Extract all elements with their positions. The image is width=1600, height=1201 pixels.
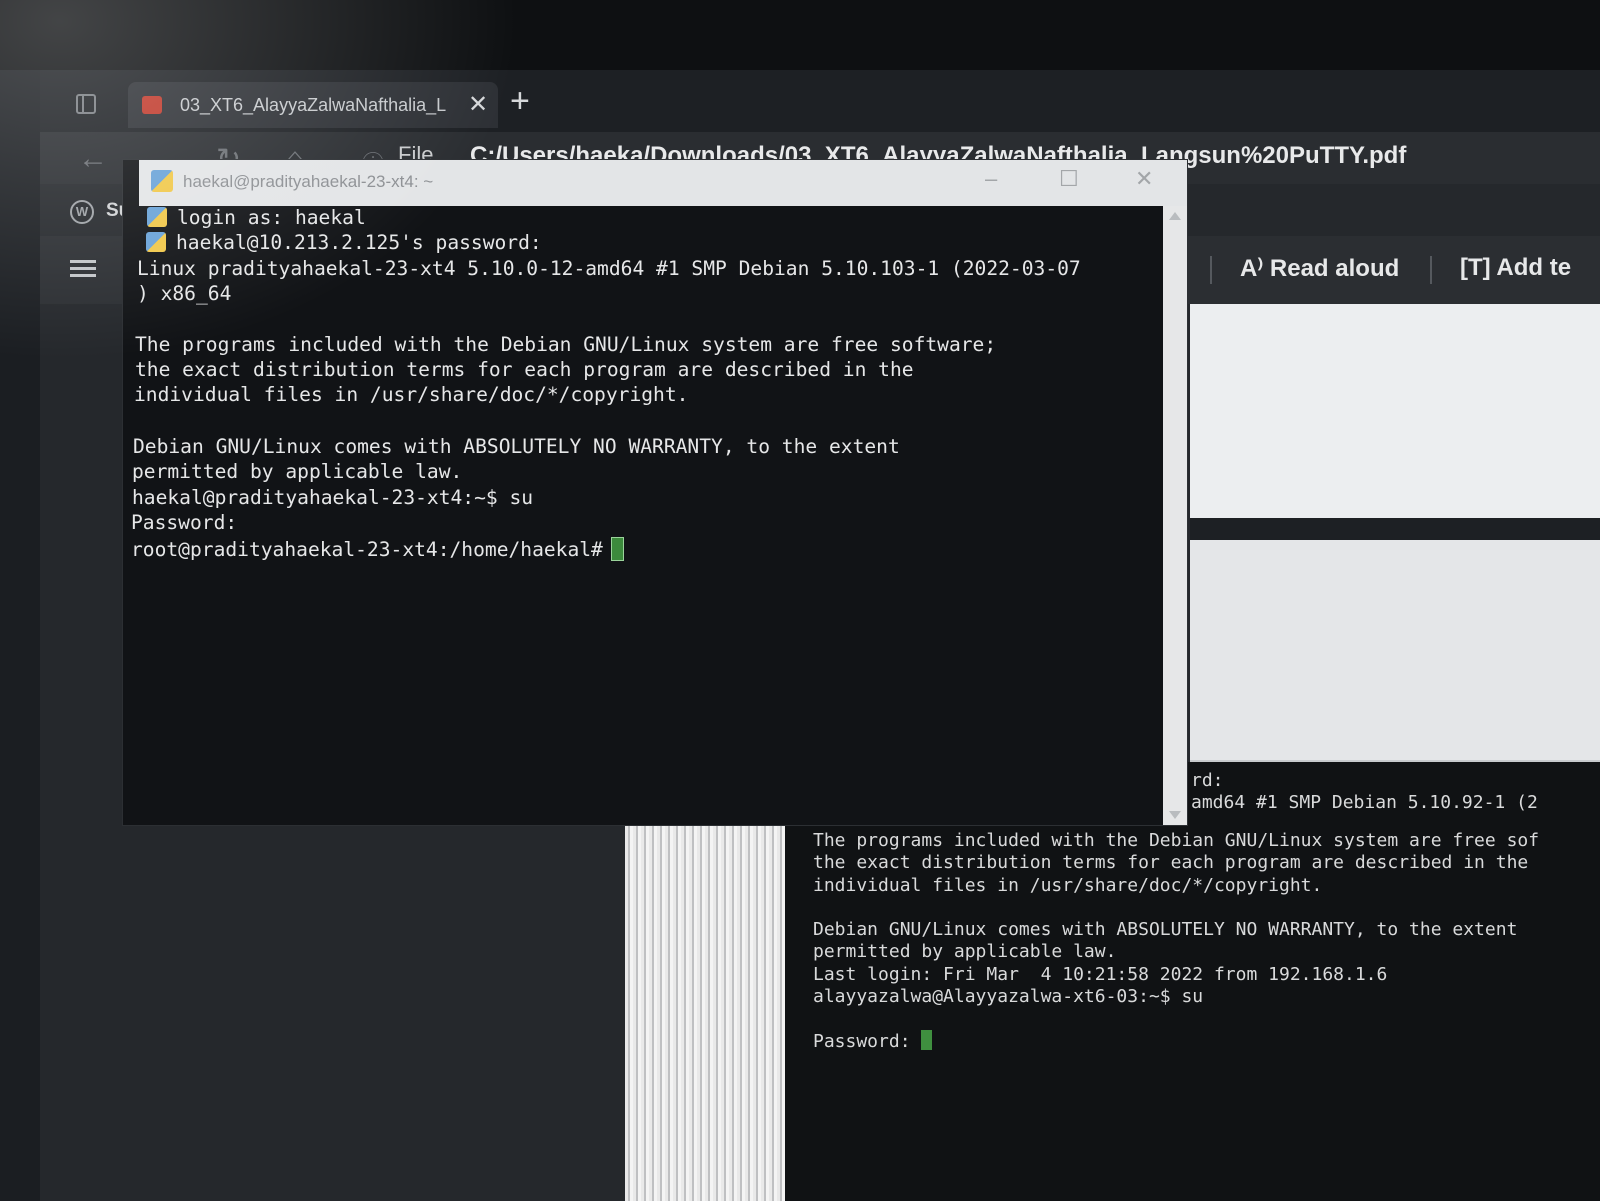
terminal-line: login as: haekal <box>147 206 366 230</box>
terminal-line: the exact distribution terms for each pr… <box>135 358 914 381</box>
sidebar-toggle-icon[interactable] <box>76 94 96 114</box>
close-tab-button[interactable]: ✕ <box>468 90 488 119</box>
tab-pdf[interactable]: 03_XT6_AlayyaZalwaNafthalia_L ✕ <box>128 82 498 128</box>
scroll-down-icon[interactable] <box>1169 811 1181 819</box>
new-tab-button[interactable]: + <box>510 82 530 121</box>
terminal-line: Debian GNU/Linux comes with ABSOLUTELY N… <box>133 435 900 458</box>
line-text: login as: haekal <box>177 206 366 229</box>
tab-bar: 03_XT6_AlayyaZalwaNafthalia_L ✕ + <box>40 70 1600 132</box>
read-aloud-button[interactable]: A⁾ Read aloud <box>1240 254 1399 283</box>
root-prompt: root@pradityahaekal-23-xt4:/home/haekal# <box>131 538 603 561</box>
minimize-button[interactable]: – <box>985 166 997 192</box>
terminal-output: The programs included with the Debian GN… <box>813 830 1540 1008</box>
terminal-line: Linux pradityahaekal-23-xt4 5.10.0-12-am… <box>137 257 1081 280</box>
putty-icon <box>151 170 173 192</box>
putty-title-bar[interactable]: haekal@pradityahaekal-23-xt4: ~ – ☐ ✕ <box>139 160 1187 206</box>
add-text-button[interactable]: [T] Add te <box>1460 254 1571 282</box>
pdf-icon <box>142 96 162 114</box>
terminal-prompt: Password: <box>813 1030 933 1053</box>
toolbar-divider <box>1430 256 1432 284</box>
read-aloud-icon: A⁾ <box>1240 255 1270 282</box>
terminal-line: ) x86_64 <box>137 282 232 305</box>
putty-icon <box>146 232 166 252</box>
add-text-icon: [T] <box>1460 254 1497 281</box>
terminal-cursor <box>921 1030 933 1050</box>
terminal-line: individual files in /usr/share/doc/*/cop… <box>134 383 689 406</box>
terminal-prompt-line: root@pradityahaekal-23-xt4:/home/haekal# <box>131 537 624 562</box>
putty-window[interactable]: haekal@pradityahaekal-23-xt4: ~ – ☐ ✕ lo… <box>123 160 1187 825</box>
terminal-scrollbar[interactable] <box>1163 206 1187 825</box>
close-window-button[interactable]: ✕ <box>1135 166 1153 192</box>
read-aloud-label: Read aloud <box>1269 255 1400 282</box>
terminal-line: permitted by applicable law. <box>132 460 463 483</box>
background-terminal-screenshot: rd: amd64 #1 SMP Debian 5.10.92-1 (2 The… <box>785 762 1600 1201</box>
toolbar-divider <box>1210 256 1212 284</box>
terminal-console[interactable]: login as: haekal haekal@10.213.2.125's p… <box>131 206 1161 821</box>
add-text-label: Add te <box>1496 254 1572 281</box>
back-icon[interactable]: ← <box>78 142 108 176</box>
terminal-fragment: amd64 #1 SMP Debian 5.10.92-1 (2 <box>1191 792 1538 813</box>
tab-title: 03_XT6_AlayyaZalwaNafthalia_L <box>180 95 447 115</box>
screenshot-image-strip <box>625 825 785 1201</box>
password-prompt: Password: <box>813 1031 911 1052</box>
terminal-line: haekal@pradityahaekal-23-xt4:~$ su <box>132 486 534 509</box>
terminal-line: The programs included with the Debian GN… <box>135 333 997 356</box>
terminal-fragment: rd: <box>1191 770 1224 791</box>
window-title: haekal@pradityahaekal-23-xt4: ~ <box>183 172 434 191</box>
scroll-up-icon[interactable] <box>1169 212 1181 220</box>
pdf-page <box>1190 540 1600 760</box>
line-text: haekal@10.213.2.125's password: <box>176 231 542 254</box>
screen-bezel <box>0 0 1600 70</box>
terminal-line: haekal@10.213.2.125's password: <box>146 231 542 255</box>
table-of-contents-icon[interactable] <box>70 260 96 278</box>
maximize-button[interactable]: ☐ <box>1059 166 1079 192</box>
terminal-line: Password: <box>131 511 238 534</box>
page-divider <box>1190 518 1600 540</box>
pdf-page <box>1190 304 1600 518</box>
terminal-cursor <box>610 537 624 561</box>
wordpress-icon[interactable]: W <box>70 200 94 224</box>
putty-icon <box>147 207 167 227</box>
